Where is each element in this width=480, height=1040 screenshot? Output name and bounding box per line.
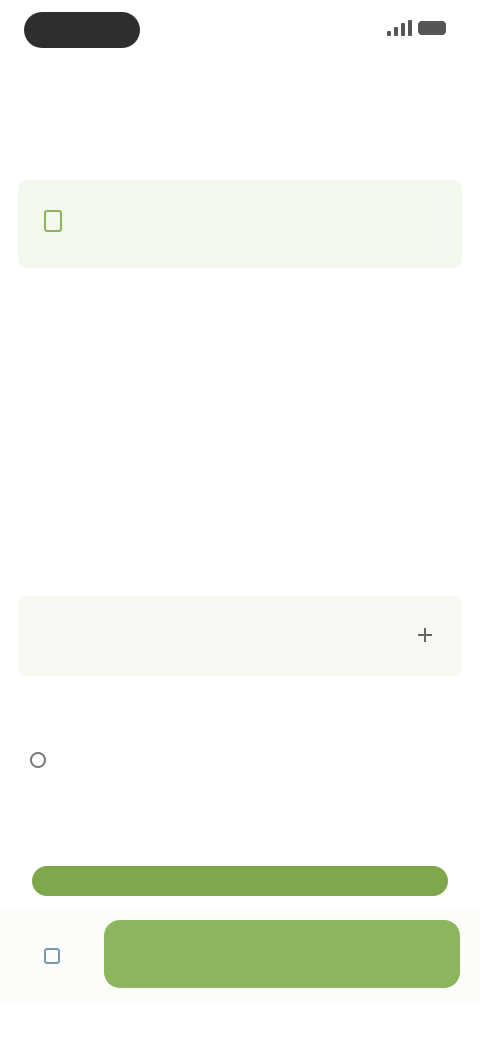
share-button[interactable]	[28, 932, 76, 980]
status-time-pill	[24, 12, 140, 48]
bottom-action-bar	[0, 908, 480, 1004]
document-icon	[44, 210, 62, 232]
share-icon	[44, 948, 60, 964]
field-input[interactable]	[78, 208, 438, 236]
info-card	[18, 596, 462, 676]
option-row[interactable]	[30, 752, 58, 768]
status-bar	[0, 0, 480, 64]
battery-icon	[418, 21, 446, 35]
signal-icon	[387, 20, 412, 36]
radio-icon[interactable]	[30, 752, 46, 768]
progress-bar	[32, 866, 448, 896]
plus-icon	[418, 628, 432, 642]
info-card-button[interactable]	[418, 620, 438, 650]
primary-action-button[interactable]	[104, 920, 460, 988]
status-icons	[387, 20, 446, 36]
field-box[interactable]	[18, 180, 462, 268]
